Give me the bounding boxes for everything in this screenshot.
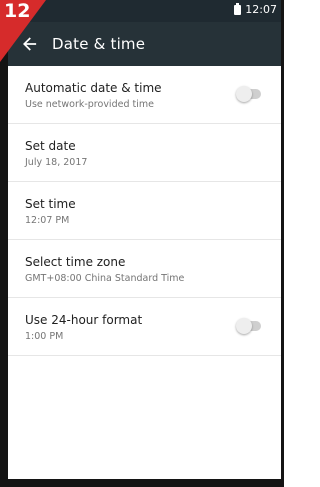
setting-automatic-date-time[interactable]: Automatic date & time Use network-provid… xyxy=(8,66,281,124)
toggle-knob xyxy=(236,318,252,334)
setting-label: Set date xyxy=(25,139,76,153)
24-hour-format-toggle[interactable] xyxy=(236,318,261,334)
settings-list: Automatic date & time Use network-provid… xyxy=(8,66,281,479)
setting-summary: Use network-provided time xyxy=(25,99,154,110)
setting-summary: July 18, 2017 xyxy=(25,157,88,168)
setting-summary: 12:07 PM xyxy=(25,215,70,226)
setting-summary: 1:00 PM xyxy=(25,331,64,342)
setting-24-hour-format[interactable]: Use 24-hour format 1:00 PM xyxy=(8,298,281,356)
status-bar: 12:07 xyxy=(8,0,281,22)
status-time: 12:07 xyxy=(245,3,277,16)
setting-label: Use 24-hour format xyxy=(25,313,143,327)
setting-label: Set time xyxy=(25,197,76,211)
battery-icon xyxy=(234,2,242,15)
toggle-knob xyxy=(236,86,252,102)
setting-set-date[interactable]: Set date July 18, 2017 xyxy=(8,124,281,182)
automatic-date-time-toggle[interactable] xyxy=(236,86,261,102)
setting-select-time-zone[interactable]: Select time zone GMT+08:00 China Standar… xyxy=(8,240,281,298)
setting-label: Automatic date & time xyxy=(25,81,162,95)
badge-number: 12 xyxy=(4,0,31,22)
setting-summary: GMT+08:00 China Standard Time xyxy=(25,273,185,284)
setting-set-time[interactable]: Set time 12:07 PM xyxy=(8,182,281,240)
page-title: Date & time xyxy=(52,35,146,53)
status-right: 12:07 xyxy=(234,2,277,16)
app-toolbar: Date & time xyxy=(8,22,281,66)
setting-label: Select time zone xyxy=(25,255,126,269)
